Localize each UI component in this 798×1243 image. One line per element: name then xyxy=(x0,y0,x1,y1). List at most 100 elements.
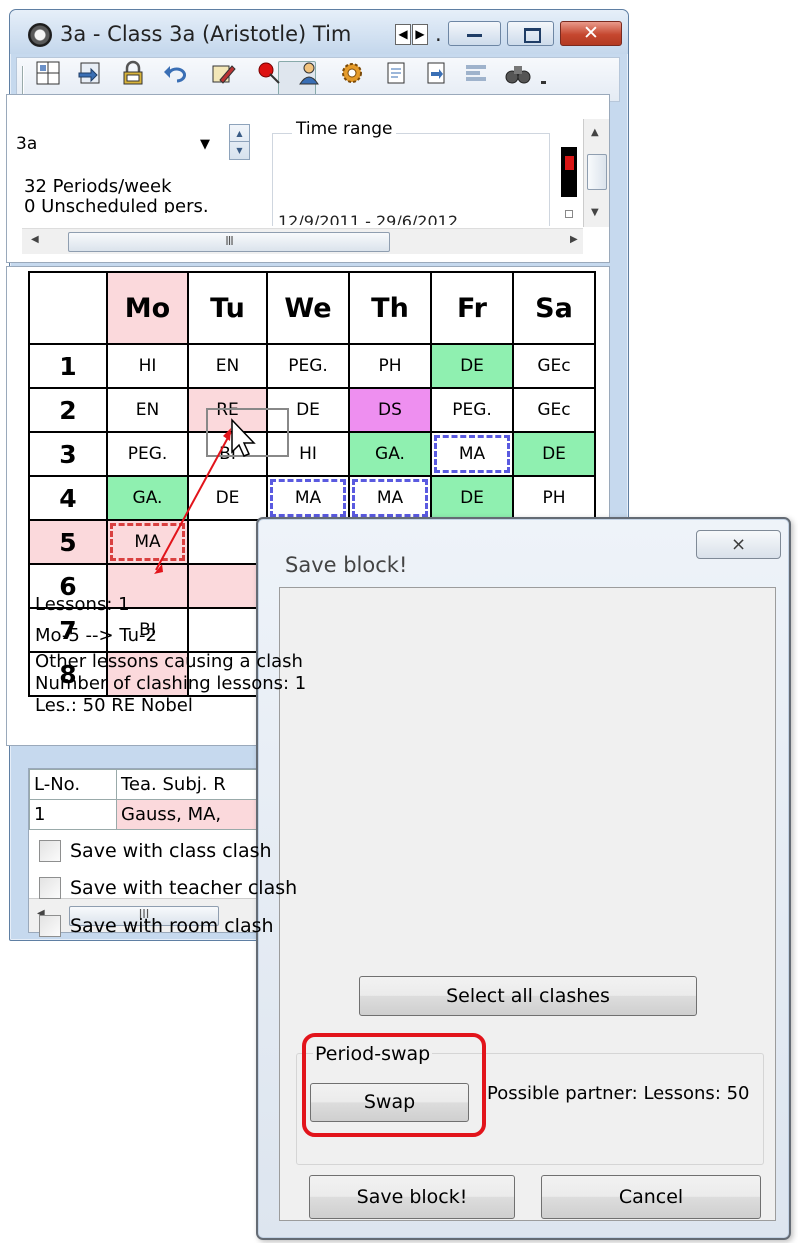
day-header[interactable]: Th xyxy=(348,271,432,345)
lesson-cell[interactable]: PEG. xyxy=(430,387,514,433)
time-range-dates: 12/9/2011 - 29/6/2012 xyxy=(278,212,459,225)
class-select[interactable]: 3a ▼ xyxy=(14,134,224,160)
title-bar[interactable]: 3a - Class 3a (Aristotle) Tim ◀ ▶ . ✕ xyxy=(10,10,628,54)
scroll-thumb[interactable]: III xyxy=(68,232,390,252)
save-block-button[interactable]: Save block! xyxy=(309,1175,515,1219)
scroll-grip: III xyxy=(225,234,234,248)
clash-lesson: Les.: 50 RE Nobel xyxy=(35,695,193,716)
day-header[interactable]: Tu xyxy=(187,271,268,345)
checkbox-label: Save with class clash xyxy=(70,840,272,862)
lesson-cell-dragged[interactable]: MA xyxy=(106,519,189,565)
import-icon[interactable] xyxy=(77,60,103,86)
dialog-close-button[interactable]: ⨯ xyxy=(696,530,781,559)
column-header[interactable]: L-No. xyxy=(29,769,117,800)
chevron-down-icon[interactable]: ▼ xyxy=(200,137,210,152)
minimize-button[interactable] xyxy=(448,21,501,46)
save-with-teacher-clash-checkbox[interactable]: Save with teacher clash xyxy=(39,876,297,900)
undo-icon[interactable] xyxy=(163,60,189,86)
tab-scroll-right-button[interactable]: ▶ xyxy=(412,24,428,45)
lesson-cell[interactable]: MA xyxy=(348,475,432,521)
lesson-cell[interactable]: GA. xyxy=(106,475,189,521)
period-header[interactable]: 2 xyxy=(28,387,108,433)
lesson-cell[interactable]: HI xyxy=(106,343,189,389)
form-icon[interactable] xyxy=(423,60,449,86)
class-spinner[interactable]: ▲ ▼ xyxy=(229,124,250,160)
lesson-cell[interactable]: GEc xyxy=(512,343,596,389)
table-cell[interactable]: 1 xyxy=(29,799,117,830)
save-with-room-clash-checkbox[interactable]: Save with room clash xyxy=(39,914,274,938)
scroll-up-icon[interactable]: ▲ xyxy=(591,127,599,138)
binoculars-icon[interactable] xyxy=(505,60,531,86)
lessons-count: Lessons: 1 xyxy=(35,594,130,615)
checkbox-label: Save with room clash xyxy=(70,915,274,937)
spinner-up-icon[interactable]: ▲ xyxy=(230,125,249,142)
lesson-cell[interactable]: MA xyxy=(430,431,514,477)
period-header[interactable]: 5 xyxy=(28,519,108,565)
document-icon[interactable] xyxy=(383,60,409,86)
status-indicator xyxy=(561,147,577,197)
lesson-cell[interactable]: DS xyxy=(348,387,432,433)
period-header[interactable]: 3 xyxy=(28,431,108,477)
lesson-cell[interactable]: PH xyxy=(512,475,596,521)
possible-partner-text: Possible partner: Lessons: 50 xyxy=(487,1083,750,1104)
tab-scroll-left-button[interactable]: ◀ xyxy=(395,24,411,45)
period-header[interactable]: 1 xyxy=(28,343,108,389)
close-button[interactable]: ✕ xyxy=(560,21,622,46)
move-info: Mo-5 --> Tu-2 xyxy=(35,625,157,646)
lesson-cell[interactable]: GA. xyxy=(348,431,432,477)
close-icon: ✕ xyxy=(583,22,599,44)
lock-icon[interactable] xyxy=(120,60,146,86)
toolbar-grip[interactable] xyxy=(22,66,24,94)
checkbox[interactable] xyxy=(39,877,61,899)
lesson-cell[interactable]: GEc xyxy=(512,387,596,433)
lesson-cell[interactable]: DE xyxy=(512,431,596,477)
settings-icon[interactable] xyxy=(339,60,365,86)
draw-icon[interactable] xyxy=(210,60,236,86)
table-cell[interactable]: Gauss, MA, xyxy=(116,799,277,830)
teacher-icon[interactable] xyxy=(296,60,322,86)
lesson-cell[interactable]: DE xyxy=(430,475,514,521)
column-header[interactable]: Tea. Subj. R xyxy=(116,769,277,800)
lesson-cell[interactable]: PEG. xyxy=(266,343,350,389)
save-with-class-clash-checkbox[interactable]: Save with class clash xyxy=(39,839,272,863)
scroll-thumb[interactable] xyxy=(587,154,607,190)
checkbox[interactable] xyxy=(39,915,61,937)
spinner-down-icon[interactable]: ▼ xyxy=(230,142,249,159)
scroll-down-icon[interactable]: ▼ xyxy=(591,207,599,218)
pin-icon[interactable] xyxy=(256,60,282,86)
dropdown-icon[interactable] xyxy=(535,66,553,92)
checkbox[interactable] xyxy=(39,840,61,862)
info-vertical-scrollbar[interactable]: ▲ ▼ xyxy=(583,119,609,227)
layout-icon[interactable] xyxy=(463,60,489,86)
day-header[interactable]: We xyxy=(266,271,350,345)
window-title: 3a - Class 3a (Aristotle) Tim xyxy=(60,22,352,46)
cell-icon[interactable] xyxy=(35,60,61,86)
lesson-cell[interactable]: EN xyxy=(187,343,268,389)
class-select-value: 3a xyxy=(16,134,38,154)
dialog-title: Save block! xyxy=(285,553,408,577)
day-header[interactable]: Mo xyxy=(106,271,189,345)
period-header[interactable]: 4 xyxy=(28,475,108,521)
cancel-button[interactable]: Cancel xyxy=(541,1175,761,1219)
clock-icon xyxy=(28,23,52,47)
clash-info: Other lessons causing a clash xyxy=(35,651,303,672)
day-header[interactable]: Sa xyxy=(512,271,596,345)
info-horizontal-scrollbar[interactable]: ◀ III ▶ xyxy=(22,228,583,254)
select-all-clashes-button[interactable]: Select all clashes xyxy=(359,976,697,1016)
scroll-left-icon[interactable]: ◀ xyxy=(31,234,39,245)
lesson-cell[interactable]: DE xyxy=(187,475,268,521)
lesson-cell[interactable]: EN xyxy=(106,387,189,433)
status-light-icon xyxy=(565,156,574,170)
lesson-cell[interactable]: MA xyxy=(266,475,350,521)
lesson-cell[interactable]: PEG. xyxy=(106,431,189,477)
indicator-checkbox[interactable] xyxy=(565,210,573,218)
maximize-button[interactable] xyxy=(507,21,554,46)
unscheduled-periods: 0 Unscheduled pers. xyxy=(24,196,209,213)
drag-selection-rect xyxy=(206,408,289,457)
swap-highlight-annotation xyxy=(302,1033,486,1137)
scroll-right-icon[interactable]: ▶ xyxy=(570,234,578,245)
lesson-cell[interactable]: DE xyxy=(430,343,514,389)
table-row[interactable]: 1 Gauss, MA, xyxy=(29,799,277,830)
lesson-cell[interactable]: PH xyxy=(348,343,432,389)
day-header[interactable]: Fr xyxy=(430,271,514,345)
